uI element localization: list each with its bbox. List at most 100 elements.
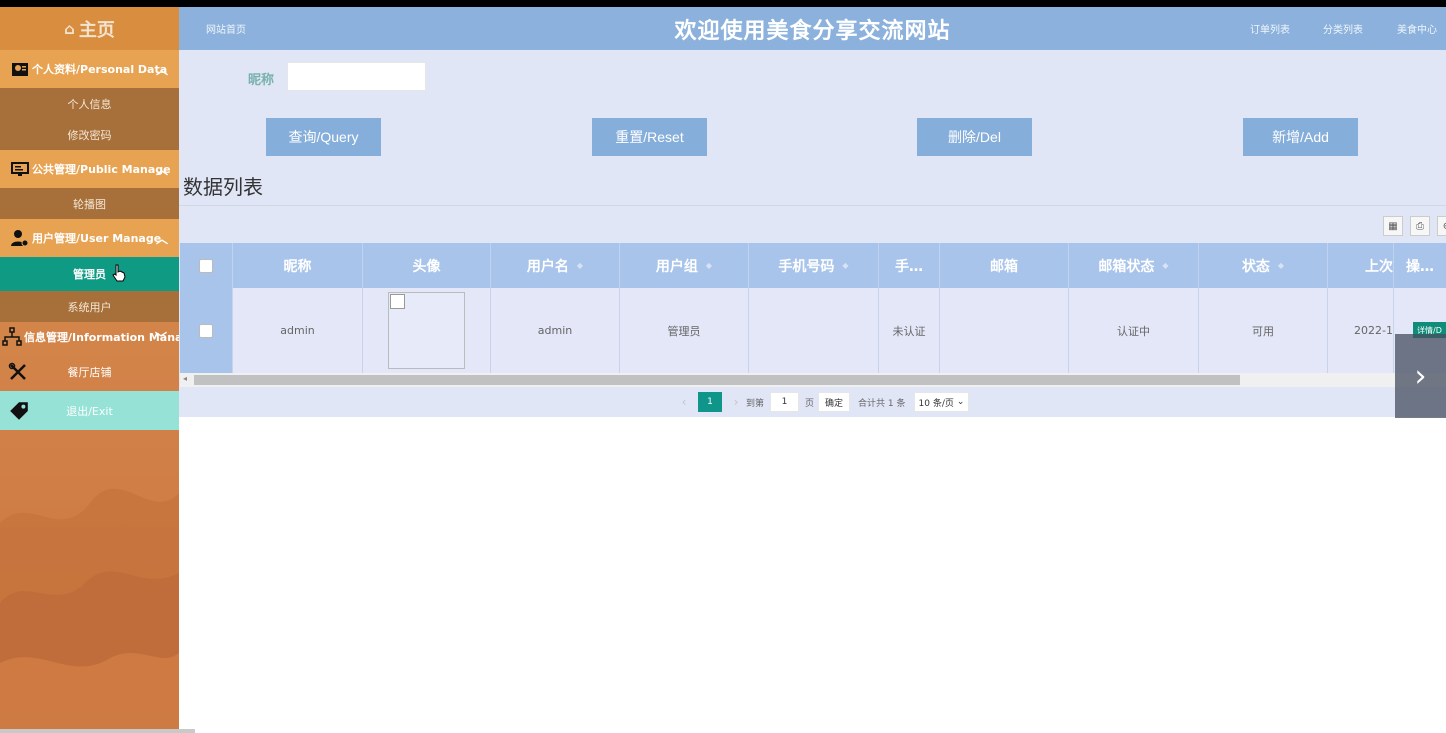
sidebar-group-info[interactable]: 信息管理/Information Manage ﹀ (0, 322, 179, 352)
next-page-icon[interactable]: › (726, 395, 746, 409)
nickname-label: 昵称 (248, 73, 275, 88)
nickname-input[interactable] (287, 62, 426, 91)
section-title: 数据列表 (183, 175, 263, 199)
divider (179, 205, 1446, 206)
table-row: admin admin 管理员 未认证 认证中 可用 2022-1 详情/D (180, 288, 1446, 373)
sidebar-group-personal[interactable]: 个人资料/Personal Data ︿ (0, 50, 179, 88)
col-phone[interactable]: 手机号码 ◆ (749, 243, 879, 288)
chevron-up-icon: ︿ (155, 63, 168, 77)
col-last[interactable]: 上次 (1328, 243, 1394, 288)
col-nickname[interactable]: 昵称 (233, 243, 363, 288)
column-label: 手… (895, 258, 923, 275)
row-select-cell (180, 288, 233, 373)
add-button[interactable]: 新增/Add (1243, 118, 1358, 156)
current-page[interactable]: 1 (698, 392, 722, 412)
cell-username: admin (491, 288, 620, 373)
sidebar-item-label: 系统用户 (67, 300, 112, 314)
sidebar-group-label: 公共管理/Public Manage (32, 163, 171, 176)
home-icon: ⌂ (64, 19, 75, 38)
page-unit-label: 页 (805, 398, 815, 409)
main-content: 昵称 查询/Query 重置/Reset 删除/Del 新增/Add 数据列表 … (179, 50, 1446, 417)
cell-status: 可用 (1199, 288, 1328, 373)
sidebar-submenu-public: 轮播图 (0, 188, 179, 219)
sidebar-group-user[interactable]: 用户管理/User Manage ︿ (0, 219, 179, 257)
total-count: 合计共 1 条 (858, 398, 906, 409)
cell-phone (749, 288, 879, 373)
col-email[interactable]: 邮箱 (940, 243, 1069, 288)
sidebar-group-label: 个人资料/Personal Data (32, 63, 168, 76)
top-header: 网站首页 欢迎使用美食分享交流网站 订单列表 分类列表 美食中心 (179, 7, 1446, 50)
pagination: ‹ 1 › 到第 1 页 确定 合计共 1 条 10 条/页 ⌄ (674, 391, 970, 413)
sidebar-item-system-user[interactable]: 系统用户 (0, 291, 179, 322)
header-link-orders[interactable]: 订单列表 (1250, 21, 1290, 36)
sort-icon[interactable]: ◆ (706, 261, 712, 270)
prev-page-icon[interactable]: ‹ (674, 395, 694, 409)
scroll-left-icon[interactable]: ◂ (183, 374, 187, 383)
cell-email (940, 288, 1069, 373)
chevron-right-icon: › (1414, 358, 1427, 394)
sort-icon[interactable]: ◆ (577, 261, 583, 270)
column-label: 邮箱 (990, 258, 1018, 275)
header-link-food-center[interactable]: 美食中心 (1397, 21, 1437, 36)
broken-image-icon (388, 292, 465, 369)
scrollbar-thumb[interactable] (194, 375, 1240, 385)
cell-avatar (363, 288, 491, 373)
sort-icon[interactable]: ◆ (1278, 261, 1284, 270)
print-icon[interactable]: ⎙ (1410, 216, 1430, 236)
sidebar-item-label: 修改密码 (67, 128, 112, 142)
sort-icon[interactable]: ◆ (1162, 261, 1168, 270)
delete-button[interactable]: 删除/Del (917, 118, 1032, 156)
goto-page-input[interactable]: 1 (770, 392, 800, 412)
sidebar-item-admin[interactable]: 管理员 (0, 257, 179, 291)
column-label: 用户组 (655, 258, 698, 275)
next-slide-button[interactable]: › (1395, 334, 1446, 418)
cell-last: 2022-1 (1328, 288, 1394, 373)
column-label: 邮箱状态 (1098, 258, 1155, 275)
export-icon[interactable]: ⊕ (1437, 216, 1446, 236)
sort-icon[interactable]: ◆ (842, 261, 848, 270)
column-label: 头像 (412, 258, 441, 275)
row-checkbox[interactable] (199, 323, 213, 338)
chevron-up-icon: ︿ (155, 232, 168, 246)
page-size-value: 10 条/页 (918, 398, 954, 409)
sidebar-mountain-art (0, 488, 179, 733)
col-operation[interactable]: 操… (1394, 243, 1446, 288)
page-size-select[interactable]: 10 条/页 ⌄ (913, 392, 970, 412)
query-button[interactable]: 查询/Query (266, 118, 381, 156)
sidebar-item-profile[interactable]: 个人信息 (0, 88, 179, 119)
horizontal-scrollbar[interactable]: ◂ (180, 373, 1446, 387)
header-link-categories[interactable]: 分类列表 (1323, 21, 1363, 36)
sidebar-item-label: 轮播图 (73, 197, 106, 211)
column-label: 用户名 (526, 258, 569, 275)
sidebar-item-label: 餐厅店铺 (67, 365, 112, 379)
col-avatar[interactable]: 头像 (363, 243, 491, 288)
sidebar-home[interactable]: ⌂ 主页 (0, 7, 179, 50)
col-group[interactable]: 用户组 ◆ (620, 243, 749, 288)
sidebar-item-label: 个人信息 (67, 97, 112, 111)
reset-button[interactable]: 重置/Reset (592, 118, 707, 156)
hand-cursor-icon (112, 264, 126, 282)
sidebar-submenu-personal: 个人信息 修改密码 (0, 88, 179, 150)
columns-icon[interactable]: ▦ (1383, 216, 1403, 236)
sidebar-item-restaurant[interactable]: 餐厅店铺 (0, 352, 179, 391)
sidebar-item-carousel[interactable]: 轮播图 (0, 188, 179, 219)
goto-confirm-button[interactable]: 确定 (818, 392, 851, 412)
sidebar: ⌂ 主页 个人资料/Personal Data ︿ 个人信息 修改密码 公共管理… (0, 7, 179, 733)
select-all-cell (180, 243, 233, 288)
sidebar-item-exit[interactable]: 退出/Exit (0, 391, 179, 430)
chevron-down-icon: ﹀ (154, 331, 167, 345)
bottom-scrollbar[interactable] (0, 729, 195, 733)
col-email-status[interactable]: 邮箱状态 ◆ (1069, 243, 1199, 288)
user-card-icon (12, 63, 28, 76)
col-status[interactable]: 状态 ◆ (1199, 243, 1328, 288)
monitor-icon (11, 162, 29, 176)
col-username[interactable]: 用户名 ◆ (491, 243, 620, 288)
col-phone-status[interactable]: 手… (879, 243, 940, 288)
select-all-checkbox[interactable] (199, 258, 213, 273)
cell-phone-status: 未认证 (879, 288, 940, 373)
cell-group: 管理员 (620, 288, 749, 373)
cell-nickname: admin (233, 288, 363, 373)
sidebar-item-password[interactable]: 修改密码 (0, 119, 179, 150)
goto-label: 到第 (746, 398, 765, 409)
sidebar-group-public[interactable]: 公共管理/Public Manage ︿ (0, 150, 179, 188)
